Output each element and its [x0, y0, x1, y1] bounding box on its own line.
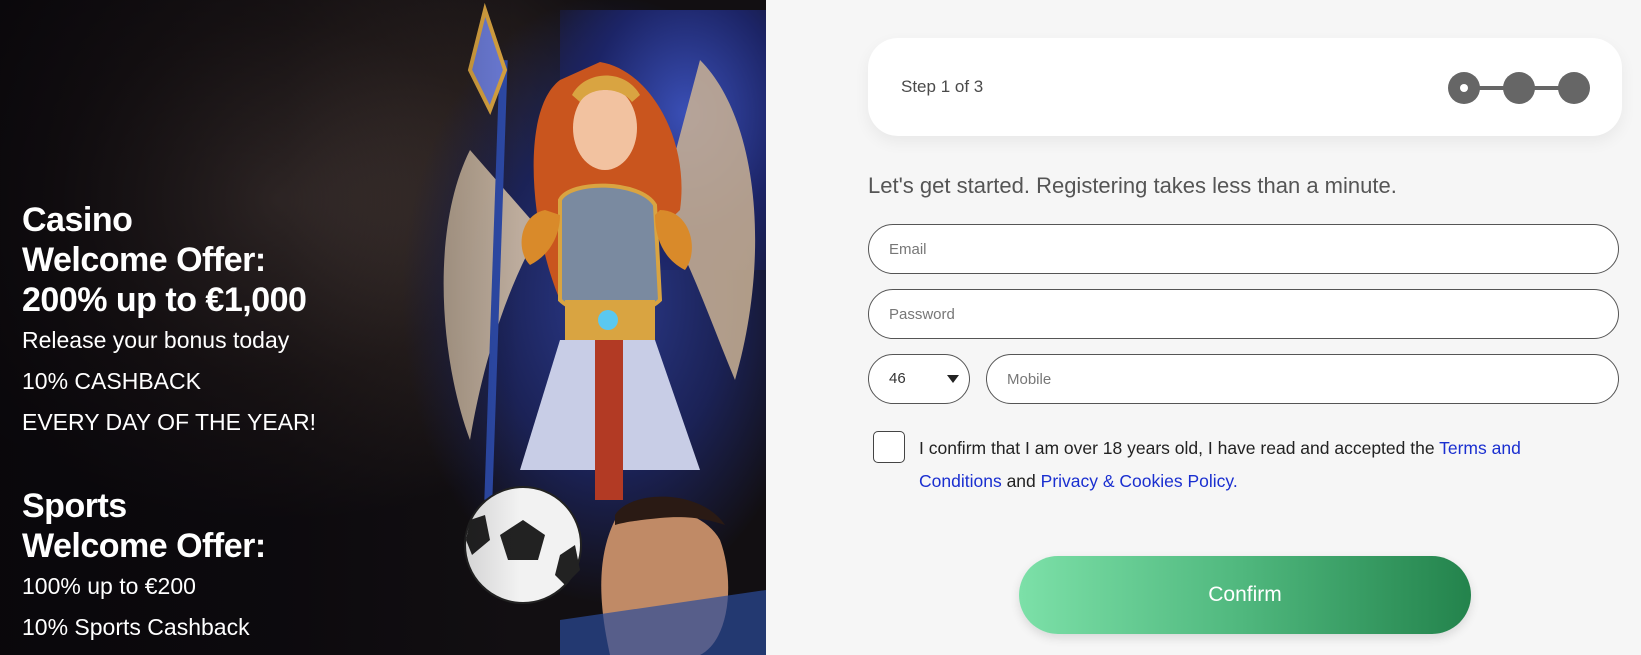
form-intro: Let's get started. Registering takes les…	[868, 173, 1397, 198]
casino-offer-title-2: Welcome Offer:	[22, 241, 266, 279]
consent-prefix: I confirm that I am over 18 years old, I…	[919, 438, 1440, 458]
consent-and: and	[1001, 471, 1041, 491]
sports-offer-line-1: 100% up to €200	[22, 573, 196, 599]
step-indicator-card: Step 1 of 3	[868, 38, 1622, 136]
confirm-button[interactable]: Confirm	[1019, 556, 1471, 634]
consent-checkbox[interactable]	[873, 431, 905, 463]
consent-text: I confirm that I am over 18 years old, I…	[919, 432, 1559, 498]
sports-offer-title-2: Welcome Offer:	[22, 527, 266, 565]
promo-panel: Casino Welcome Offer: 200% up to €1,000 …	[0, 0, 766, 655]
casino-offer-line-1: Release your bonus today	[22, 327, 290, 353]
email-field[interactable]	[868, 224, 1619, 274]
step-label: Step 1 of 3	[901, 77, 984, 96]
privacy-link[interactable]: Privacy & Cookies Policy.	[1041, 471, 1238, 491]
casino-offer-title-3: 200% up to €1,000	[22, 281, 307, 319]
sports-offer: Sports Welcome Offer: 100% up to €200 10…	[22, 486, 266, 648]
country-code-value: 46	[889, 370, 906, 387]
sports-offer-title-1: Sports	[22, 487, 127, 525]
step-progress	[1448, 72, 1590, 104]
casino-offer-line-2: 10% CASHBACK	[22, 368, 201, 394]
casino-offer: Casino Welcome Offer: 200% up to €1,000 …	[22, 200, 316, 443]
registration-form: Step 1 of 3 Let's get started. Registeri…	[766, 0, 1641, 655]
password-field[interactable]	[868, 289, 1619, 339]
country-code-select[interactable]: 46	[868, 354, 970, 404]
step-dot-3	[1558, 72, 1590, 104]
caret-down-icon	[947, 375, 959, 383]
sports-offer-line-2: 10% Sports Cashback	[22, 614, 250, 640]
step-dot-1	[1448, 72, 1480, 104]
casino-offer-title-1: Casino	[22, 201, 133, 239]
casino-offer-line-3: EVERY DAY OF THE YEAR!	[22, 409, 317, 435]
mobile-field[interactable]	[986, 354, 1619, 404]
step-dot-2	[1503, 72, 1535, 104]
